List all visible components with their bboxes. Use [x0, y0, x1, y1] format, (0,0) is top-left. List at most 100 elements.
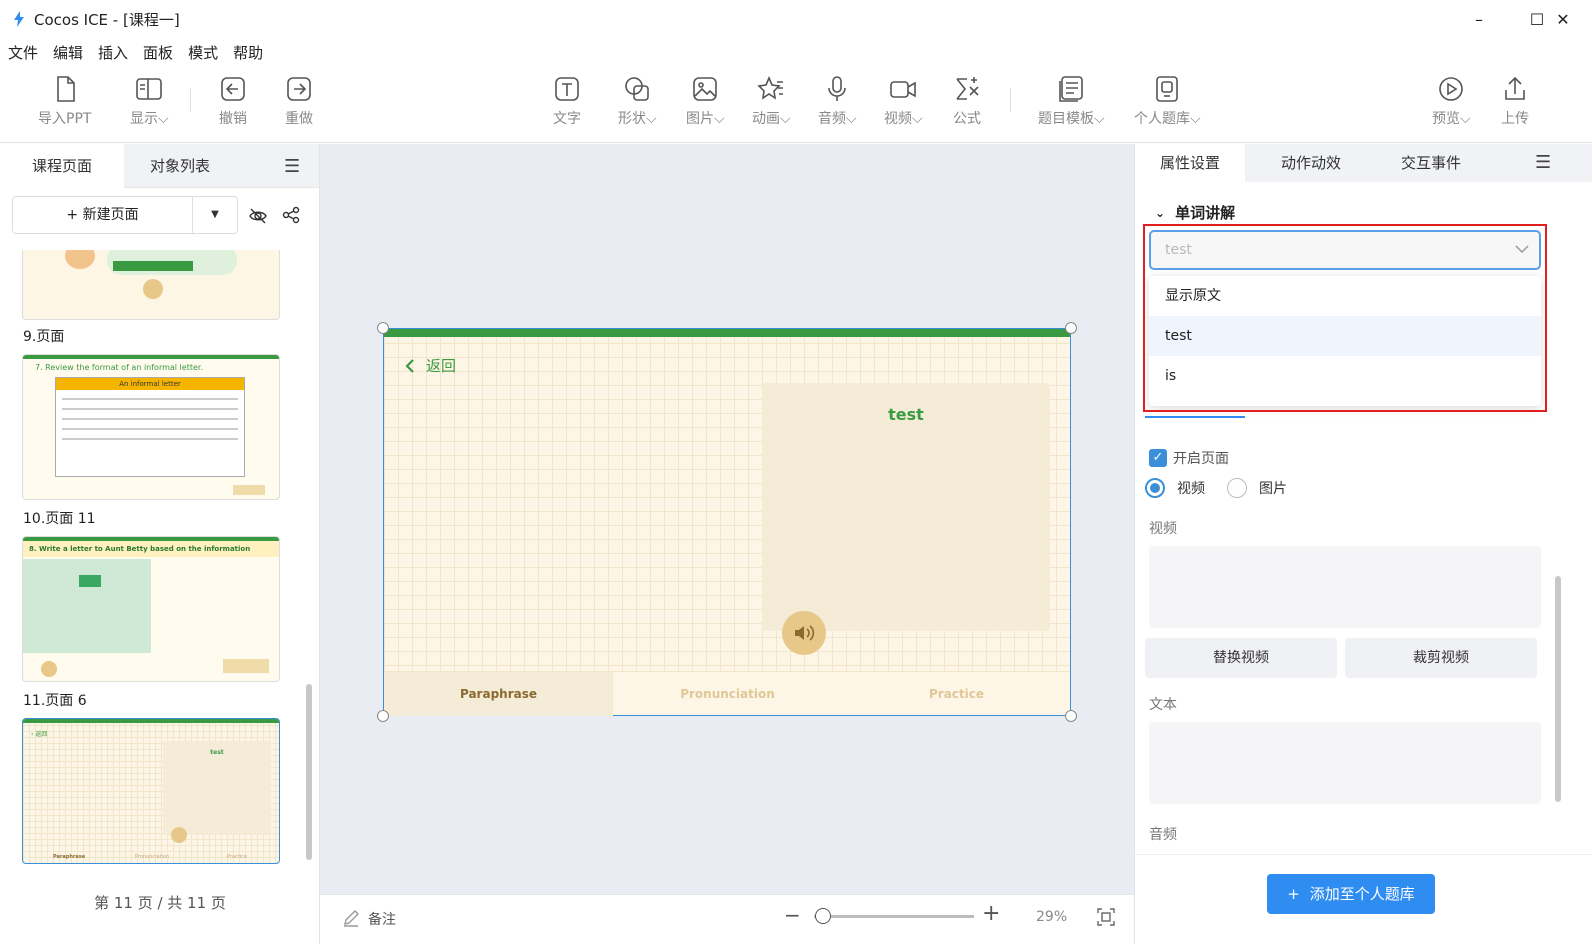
- share-icon[interactable]: [282, 206, 300, 224]
- import-ppt-button[interactable]: 导入PPT: [38, 74, 91, 128]
- menu-panel[interactable]: 面板: [143, 42, 173, 63]
- fit-screen-icon[interactable]: [1096, 907, 1116, 927]
- text-field[interactable]: [1149, 722, 1541, 804]
- layout-icon: [136, 78, 163, 100]
- menu-insert[interactable]: 插入: [98, 42, 128, 63]
- radio-image[interactable]: 图片: [1227, 478, 1287, 498]
- new-page-label[interactable]: + 新建页面: [13, 197, 193, 233]
- text-icon: [555, 77, 579, 101]
- thumb-mindmap: [23, 559, 151, 653]
- thumb-tab: Practice: [227, 854, 247, 860]
- tab-interaction-events[interactable]: 交互事件: [1375, 144, 1487, 182]
- hide-eye-icon[interactable]: [248, 206, 268, 226]
- resize-handle[interactable]: [1065, 322, 1077, 334]
- shape-tool-button[interactable]: 形状⌵: [618, 74, 657, 128]
- character-avatar: [65, 250, 95, 269]
- radio-image-label: 图片: [1259, 481, 1287, 497]
- redo-label: 重做: [285, 111, 313, 127]
- tab-actions[interactable]: 动作动效: [1255, 144, 1367, 182]
- toolbar-divider: [190, 88, 191, 112]
- zoom-in-icon[interactable]: +: [982, 901, 1000, 926]
- redo-button[interactable]: 重做: [284, 74, 314, 128]
- display-button[interactable]: 显示⌵: [130, 74, 169, 128]
- zoom-slider[interactable]: [814, 908, 974, 924]
- resize-handle[interactable]: [377, 322, 389, 334]
- close-button[interactable]: ✕: [1534, 0, 1592, 38]
- bank-icon: [1156, 76, 1179, 102]
- menu-bar: 文件 编辑 插入 面板 模式 帮助: [0, 38, 1592, 66]
- menu-mode[interactable]: 模式: [188, 42, 218, 63]
- slide-tab-practice[interactable]: Practice: [842, 672, 1071, 716]
- slide-canvas[interactable]: 返回 test Paraphrase Pronunciation Practic…: [383, 328, 1071, 716]
- radio-selected-icon: [1145, 478, 1165, 498]
- upload-button[interactable]: 上传: [1500, 74, 1530, 128]
- minimize-button[interactable]: –: [1450, 0, 1508, 38]
- hamburger-menu-icon[interactable]: ☰: [1535, 152, 1551, 173]
- new-page-button[interactable]: + 新建页面 ▼: [12, 196, 238, 234]
- page-thumbnail[interactable]: 8. Write a letter to Aunt Betty based on…: [22, 536, 280, 682]
- section-word-explain[interactable]: ⌄ 单词讲解: [1155, 202, 1235, 223]
- right-scrollbar[interactable]: [1555, 576, 1561, 802]
- pencil-icon: [344, 910, 359, 927]
- page-thumbnail-current[interactable]: ‹ 返回 test Paraphrase Pronunciation Pract…: [22, 718, 280, 864]
- add-to-personal-bank-button[interactable]: + 添加至个人题库: [1267, 874, 1435, 914]
- page-thumbnail[interactable]: [22, 250, 280, 320]
- thumb-node: [79, 575, 101, 587]
- left-tabs: 课程页面 对象列表 ☰: [0, 144, 319, 188]
- zoom-slider-thumb[interactable]: [815, 908, 832, 924]
- note-button[interactable]: 备注: [368, 909, 396, 929]
- text-tool-button[interactable]: 文字: [552, 74, 582, 128]
- upload-label: 上传: [1501, 111, 1529, 127]
- animation-tool-button[interactable]: 动画⌵: [752, 74, 791, 128]
- radio-empty-icon: [1227, 478, 1247, 498]
- undo-icon: [221, 77, 245, 101]
- app-logo-icon: [14, 11, 24, 27]
- undo-button[interactable]: 撤销: [218, 74, 248, 128]
- tab-object-list[interactable]: 对象列表: [124, 144, 236, 188]
- template-icon: [1059, 76, 1084, 102]
- question-template-button[interactable]: 题目模板⌵: [1038, 74, 1105, 128]
- zoom-out-icon[interactable]: −: [784, 903, 801, 927]
- formula-tool-button[interactable]: 公式: [952, 74, 982, 128]
- crop-video-button[interactable]: 裁剪视频: [1345, 638, 1537, 678]
- menu-file[interactable]: 文件: [8, 42, 38, 63]
- thumb-button: [223, 659, 269, 673]
- page-thumbnail[interactable]: 7. Review the format of an informal lett…: [22, 354, 280, 500]
- highlight-box: [1143, 224, 1547, 412]
- video-tool-button[interactable]: 视频⌵: [884, 74, 923, 128]
- resize-handle[interactable]: [377, 710, 389, 722]
- hamburger-menu-icon[interactable]: ☰: [284, 156, 300, 177]
- thumb-mic: [143, 279, 163, 299]
- title-bar: Cocos ICE - [课程一] – ☐ ✕: [0, 0, 1592, 38]
- word-card[interactable]: test: [762, 383, 1050, 631]
- status-bar: 备注 − + 29%: [320, 894, 1134, 944]
- preview-button[interactable]: 预览⌵: [1432, 74, 1471, 128]
- slide-tab-pronunciation[interactable]: Pronunciation: [613, 672, 842, 716]
- tab-properties[interactable]: 属性设置: [1135, 144, 1245, 182]
- audio-tool-button[interactable]: 音频⌵: [818, 74, 857, 128]
- thumb-label: 11.页面 6: [23, 693, 87, 709]
- thumb-label: 10.页面 11: [23, 511, 96, 527]
- left-scrollbar[interactable]: [306, 684, 312, 860]
- open-page-checkbox[interactable]: ✓ 开启页面: [1149, 448, 1229, 468]
- menu-edit[interactable]: 编辑: [53, 42, 83, 63]
- question-template-label: 题目模板⌵: [1038, 111, 1105, 127]
- menu-help[interactable]: 帮助: [233, 42, 263, 63]
- tab-course-pages[interactable]: 课程页面: [0, 144, 124, 188]
- slide-tab-paraphrase[interactable]: Paraphrase: [384, 672, 613, 716]
- speaker-button[interactable]: [782, 611, 826, 655]
- course-pages-panel: 课程页面 对象列表 ☰ + 新建页面 ▼ 9.页面 7. Review the …: [0, 144, 320, 944]
- radio-video[interactable]: 视频: [1145, 478, 1205, 498]
- caret-down-icon[interactable]: ▼: [193, 197, 237, 233]
- star-icon: [757, 75, 784, 100]
- image-tool-button[interactable]: 图片⌵: [686, 74, 725, 128]
- thumb-word: test: [210, 749, 224, 756]
- back-button[interactable]: 返回: [404, 355, 456, 376]
- video-field[interactable]: [1149, 546, 1541, 628]
- chevron-left-icon: [405, 358, 414, 373]
- chevron-down-icon: ⌵: [158, 111, 169, 127]
- replace-video-button[interactable]: 替换视频: [1145, 638, 1337, 678]
- personal-bank-button[interactable]: 个人题库⌵: [1134, 74, 1201, 128]
- right-tabs: 属性设置 动作动效 交互事件 ☰: [1135, 144, 1592, 182]
- resize-handle[interactable]: [1065, 710, 1077, 722]
